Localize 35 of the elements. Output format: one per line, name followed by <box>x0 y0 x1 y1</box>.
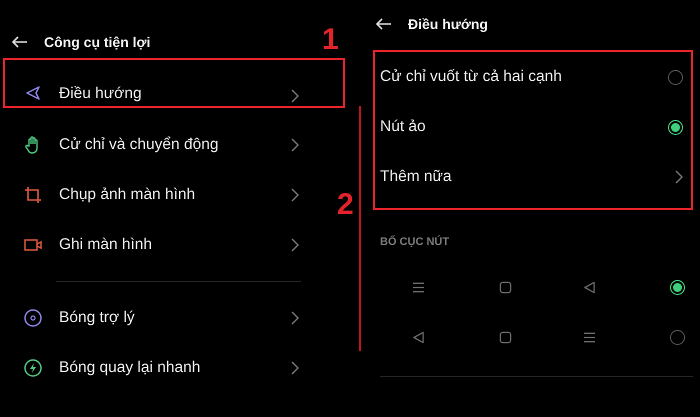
radio-button[interactable] <box>670 330 685 344</box>
chevron-right-icon <box>291 361 299 375</box>
settings-item[interactable]: Điều hướng <box>3 58 345 108</box>
settings-item[interactable]: Ghi màn hình <box>3 220 345 270</box>
chevron-right-icon <box>291 311 299 325</box>
settings-item[interactable]: Bóng trợ lý <box>3 293 345 343</box>
back-arrow-icon[interactable] <box>376 18 392 30</box>
step-number: 1 <box>322 25 339 55</box>
lightning-icon <box>23 358 43 378</box>
crop-icon <box>23 185 43 205</box>
chevron-right-icon <box>291 89 299 103</box>
back-arrow-icon[interactable] <box>12 36 28 48</box>
settings-item[interactable]: Cử chỉ và chuyển động <box>3 120 345 170</box>
triangle-icon <box>412 330 424 344</box>
settings-item[interactable]: Bóng quay lại nhanh <box>3 343 345 393</box>
chevron-right-icon <box>291 188 299 202</box>
screen-title: Điều hướng <box>408 16 488 32</box>
triangle-icon <box>582 280 596 294</box>
option-row[interactable]: Nút ảo <box>380 102 683 152</box>
section-heading: BỐ CỤC NÚT <box>380 236 450 248</box>
chevron-right-icon <box>291 238 299 252</box>
chevron-right-icon <box>675 170 683 184</box>
option-row[interactable]: Thêm nữa <box>380 152 683 202</box>
circle-dot-icon <box>23 308 43 328</box>
square-icon <box>498 280 512 294</box>
menu-icon <box>582 330 596 344</box>
square-icon <box>498 330 512 344</box>
step-number: 2 <box>337 190 354 220</box>
screen-title: Công cụ tiện lợi <box>44 34 150 50</box>
chevron-right-icon <box>291 138 299 152</box>
radio-button[interactable] <box>668 120 683 134</box>
radio-button[interactable] <box>670 280 685 294</box>
menu-icon <box>412 280 424 294</box>
radio-button[interactable] <box>668 70 683 84</box>
option-row[interactable]: Cử chỉ vuốt từ cả hai cạnh <box>380 52 683 102</box>
